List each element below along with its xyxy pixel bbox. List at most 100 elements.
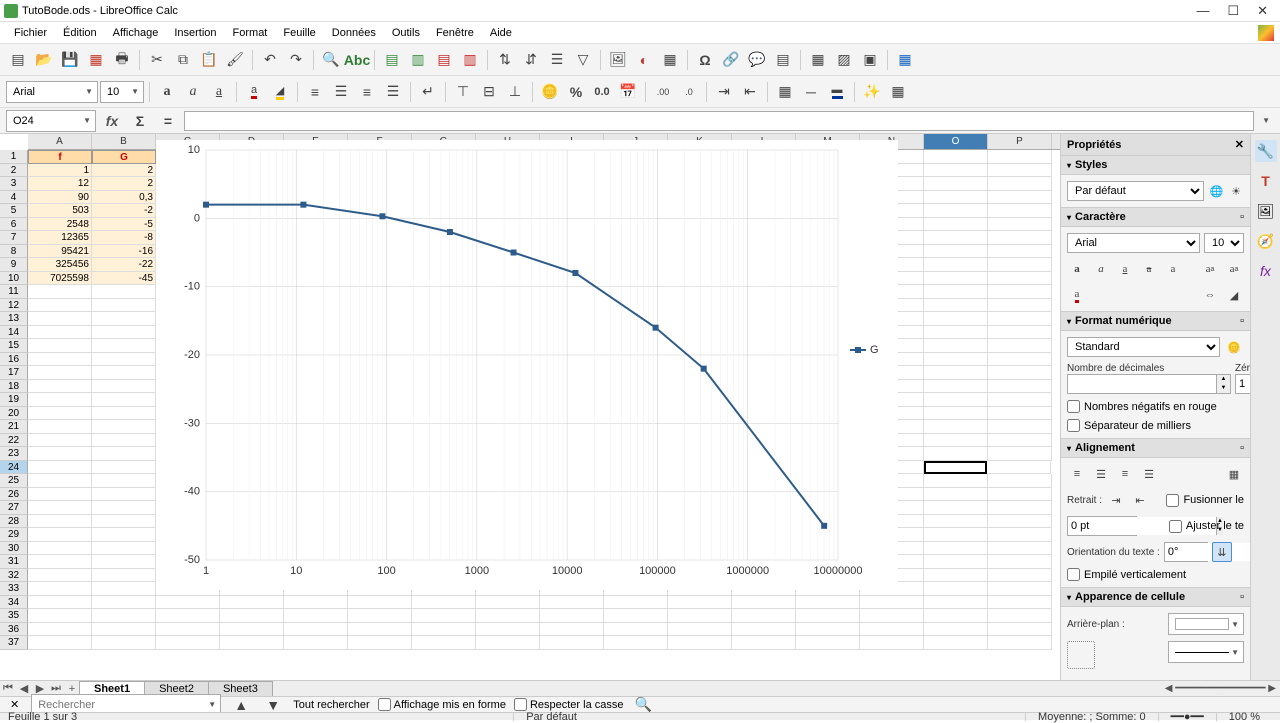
cell[interactable] [924, 461, 987, 474]
cell[interactable] [988, 596, 1052, 610]
cell[interactable] [28, 596, 92, 610]
row-header[interactable]: 34 [0, 596, 28, 610]
cell[interactable] [28, 407, 92, 421]
cell[interactable] [988, 542, 1052, 556]
undo-icon[interactable]: ↶ [258, 48, 282, 72]
row-header[interactable]: 11 [0, 285, 28, 299]
cell[interactable] [92, 636, 156, 650]
cell[interactable] [988, 474, 1052, 488]
align-left-icon[interactable]: ≡ [303, 80, 327, 104]
cell[interactable] [540, 636, 604, 650]
spellcheck-icon[interactable]: Abc [345, 48, 369, 72]
dec-indent-icon[interactable]: ⇤ [738, 80, 762, 104]
cell[interactable] [92, 474, 156, 488]
cell[interactable]: f [28, 150, 92, 164]
thousands-checkbox[interactable]: Séparateur de milliers [1067, 419, 1244, 432]
tab-first-icon[interactable]: ⏮ [0, 682, 16, 695]
add-decimal-icon[interactable]: .00 [651, 80, 675, 104]
cell[interactable] [220, 623, 284, 637]
del-col-icon[interactable]: ▥ [458, 48, 482, 72]
col-header[interactable]: A [28, 134, 92, 149]
inc-indent-icon[interactable]: ⇥ [712, 80, 736, 104]
cell[interactable] [924, 339, 988, 353]
cell[interactable] [988, 393, 1052, 407]
al-just-icon[interactable]: ☰ [1139, 464, 1159, 484]
cell[interactable] [92, 542, 156, 556]
sidebar-properties-icon[interactable]: 🔧 [1255, 140, 1277, 162]
cell[interactable] [92, 407, 156, 421]
section-styles[interactable]: ▾Styles [1061, 155, 1250, 175]
row-header[interactable]: 6 [0, 218, 28, 232]
highlight-icon[interactable]: ◢ [268, 80, 292, 104]
inc-indent2-icon[interactable]: ⇥ [1106, 490, 1126, 510]
row-header[interactable]: 27 [0, 501, 28, 515]
cell[interactable]: 7025598 [28, 272, 92, 286]
row-header[interactable]: 29 [0, 528, 28, 542]
cell[interactable] [476, 596, 540, 610]
row-header[interactable]: 31 [0, 555, 28, 569]
cell[interactable] [604, 609, 668, 623]
cell[interactable] [28, 434, 92, 448]
font-name-combo[interactable]: ▼ [6, 81, 98, 103]
cell[interactable] [796, 609, 860, 623]
menu-aide[interactable]: Aide [482, 25, 520, 41]
sort-asc-icon[interactable]: ⇅ [493, 48, 517, 72]
char-highlight-icon[interactable]: ◢ [1224, 285, 1244, 305]
bg-color-picker[interactable]: ▼ [1168, 613, 1244, 635]
cell[interactable] [284, 596, 348, 610]
cell[interactable] [92, 488, 156, 502]
cell[interactable] [476, 609, 540, 623]
date-icon[interactable]: 📅 [616, 80, 640, 104]
zoom-slider[interactable]: ━━●━━ [1158, 713, 1216, 721]
cell[interactable] [28, 501, 92, 515]
function-wizard-icon[interactable]: fx [100, 109, 124, 133]
menu-outils[interactable]: Outils [384, 25, 428, 41]
cell[interactable] [92, 420, 156, 434]
cell[interactable] [924, 569, 988, 583]
menu-fichier[interactable]: Fichier [6, 25, 55, 41]
wrap-icon[interactable]: ↵ [416, 80, 440, 104]
menu-format[interactable]: Format [225, 25, 276, 41]
char-bold-icon[interactable]: a [1067, 259, 1087, 279]
cell[interactable] [924, 285, 988, 299]
cell[interactable] [28, 582, 92, 596]
cell[interactable] [220, 609, 284, 623]
menu-données[interactable]: Données [324, 25, 384, 41]
cell[interactable] [860, 609, 924, 623]
cell[interactable] [924, 299, 988, 313]
cond-format-icon[interactable]: ▦ [886, 80, 910, 104]
cell[interactable] [924, 434, 988, 448]
cell[interactable] [28, 636, 92, 650]
cell[interactable] [924, 353, 988, 367]
cell[interactable] [860, 623, 924, 637]
cell[interactable] [988, 150, 1052, 164]
close-button[interactable]: ✕ [1257, 3, 1268, 19]
panel-close-icon[interactable]: ✕ [1235, 138, 1244, 151]
row-header[interactable]: 8 [0, 245, 28, 259]
dec-indent2-icon[interactable]: ⇤ [1130, 490, 1150, 510]
cell[interactable] [540, 609, 604, 623]
cell[interactable] [28, 474, 92, 488]
row-header[interactable]: 19 [0, 393, 28, 407]
cell[interactable] [796, 623, 860, 637]
cell[interactable] [92, 582, 156, 596]
align-justify-icon[interactable]: ☰ [381, 80, 405, 104]
cell[interactable] [924, 366, 988, 380]
char-strike-icon[interactable]: a [1139, 259, 1159, 279]
cell[interactable] [924, 312, 988, 326]
cell[interactable] [92, 299, 156, 313]
new-icon[interactable]: ▤ [6, 48, 30, 72]
numformat-select[interactable]: Standard [1067, 337, 1220, 357]
cell[interactable] [988, 501, 1052, 515]
new-style-icon[interactable]: ☀ [1228, 181, 1244, 201]
cell[interactable] [988, 447, 1052, 461]
cell[interactable] [28, 555, 92, 569]
cell[interactable] [988, 623, 1052, 637]
cell[interactable] [924, 420, 988, 434]
cell[interactable] [732, 636, 796, 650]
cell[interactable] [348, 636, 412, 650]
menu-fenêtre[interactable]: Fenêtre [428, 25, 482, 41]
cell[interactable] [92, 393, 156, 407]
autofilter-icon[interactable]: ☰ [545, 48, 569, 72]
cell[interactable] [924, 447, 988, 461]
